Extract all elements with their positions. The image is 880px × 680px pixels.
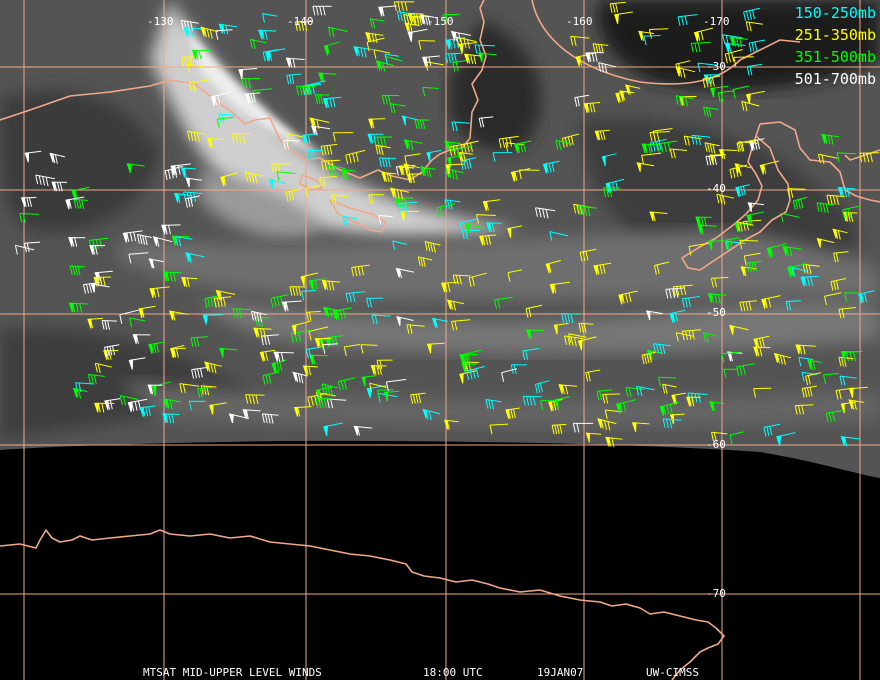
legend-item-251-350: 251-350mb	[794, 26, 876, 44]
lon-label-140: -140	[287, 15, 314, 28]
lon-label-130: -130	[147, 15, 174, 28]
footer-date: 19JAN07	[537, 666, 584, 679]
legend-item-150-250: 150-250mb	[794, 4, 876, 22]
lat-label-70: -70	[706, 587, 726, 600]
lon-label-160: -160	[566, 15, 593, 28]
satellite-wind-map: -130 -140 -150 -160 -170 -30 -40 -50 -60…	[0, 0, 880, 680]
footer-product: MTSAT MID-UPPER LEVEL WINDS	[143, 666, 322, 679]
lat-label-60: -60	[706, 438, 726, 451]
lat-label-50: -50	[706, 306, 726, 319]
footer-time: 18:00 UTC	[423, 666, 483, 679]
footer-caption: MTSAT MID-UPPER LEVEL WINDS 18:00 UTC 19…	[0, 601, 880, 679]
lat-label-40: -40	[706, 182, 726, 195]
lon-label-150: -150	[427, 15, 454, 28]
lat-label-30: -30	[706, 60, 726, 73]
legend-item-501-700: 501-700mb	[794, 70, 876, 88]
pressure-level-legend: 150-250mb 251-350mb 351-500mb 501-700mb	[795, 2, 876, 90]
legend-item-351-500: 351-500mb	[794, 48, 876, 66]
footer-source: UW-CIMSS	[646, 666, 699, 679]
lon-label-170: -170	[703, 15, 730, 28]
map-svg: -130 -140 -150 -160 -170 -30 -40 -50 -60…	[0, 0, 880, 680]
